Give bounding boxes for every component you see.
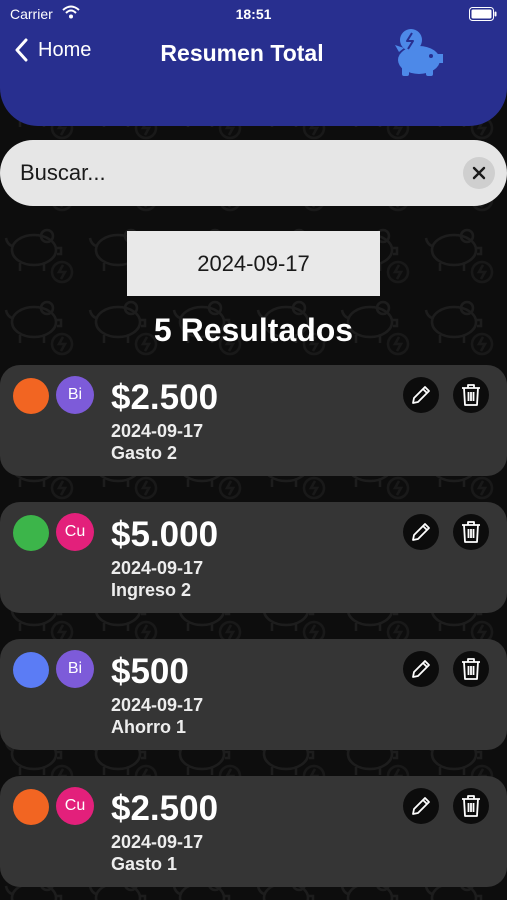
- results-count: 5 Resultados: [153, 312, 354, 348]
- trash-icon: [462, 658, 480, 680]
- account-initials: Cu: [64, 797, 86, 814]
- transaction-amount: $5.000: [111, 515, 219, 554]
- transaction-amount: $500: [111, 652, 189, 691]
- edit-button[interactable]: [403, 788, 439, 824]
- edit-button[interactable]: [403, 651, 439, 687]
- transaction-card[interactable]: Cu $5.000 2024-09-17 Ingreso 2: [0, 502, 507, 613]
- category-color-dot: [13, 652, 49, 688]
- pencil-icon: [412, 797, 430, 815]
- trash-icon: [462, 795, 480, 817]
- search-bar: [0, 140, 507, 206]
- category-color-dot: [13, 515, 49, 551]
- account-badge: Bi: [56, 376, 94, 414]
- account-badge: Bi: [56, 650, 94, 688]
- delete-button[interactable]: [453, 651, 489, 687]
- category-color-dot: [13, 789, 49, 825]
- transaction-date: 2024-09-17: [111, 558, 204, 578]
- date-filter-value: 2024-09-17: [197, 250, 310, 276]
- status-bar: Carrier 18:51: [0, 0, 507, 28]
- app-header: Carrier 18:51 Home Resumen Total: [0, 0, 507, 126]
- edit-button[interactable]: [403, 514, 439, 550]
- navigation-bar: Home Resumen Total: [0, 29, 507, 76]
- account-initials: Cu: [64, 523, 86, 540]
- account-initials: Bi: [67, 660, 83, 677]
- delete-button[interactable]: [453, 514, 489, 550]
- trash-icon: [462, 384, 480, 406]
- date-filter-button[interactable]: 2024-09-17: [127, 231, 380, 296]
- edit-button[interactable]: [403, 377, 439, 413]
- delete-button[interactable]: [453, 788, 489, 824]
- battery-icon: [469, 7, 497, 21]
- transaction-amount: $2.500: [111, 378, 219, 417]
- transaction-card[interactable]: Bi $500 2024-09-17 Ahorro 1: [0, 639, 507, 750]
- account-initials: Bi: [67, 386, 83, 403]
- category-color-dot: [13, 378, 49, 414]
- pencil-icon: [412, 660, 430, 678]
- delete-button[interactable]: [453, 377, 489, 413]
- trash-icon: [462, 521, 480, 543]
- transaction-name: Ingreso 2: [111, 580, 192, 600]
- transaction-name: Gasto 2: [111, 443, 178, 463]
- transaction-name: Ahorro 1: [111, 717, 187, 737]
- clear-search-button[interactable]: [463, 157, 495, 189]
- transaction-card[interactable]: Cu $2.500 2024-09-17 Gasto 1: [0, 776, 507, 887]
- account-badge: Cu: [56, 787, 94, 825]
- account-badge: Cu: [56, 513, 94, 551]
- transaction-card[interactable]: Bi $2.500 2024-09-17 Gasto 2: [0, 365, 507, 476]
- piggy-bank-icon: [395, 29, 443, 76]
- transaction-amount: $2.500: [111, 789, 219, 828]
- transaction-date: 2024-09-17: [111, 695, 204, 715]
- transaction-date: 2024-09-17: [111, 421, 204, 441]
- status-time: 18:51: [235, 6, 272, 22]
- search-input[interactable]: [20, 154, 440, 192]
- pencil-icon: [412, 386, 430, 404]
- close-icon: [472, 166, 486, 180]
- transaction-name: Gasto 1: [111, 854, 178, 874]
- pencil-icon: [412, 523, 430, 541]
- transaction-date: 2024-09-17: [111, 832, 204, 852]
